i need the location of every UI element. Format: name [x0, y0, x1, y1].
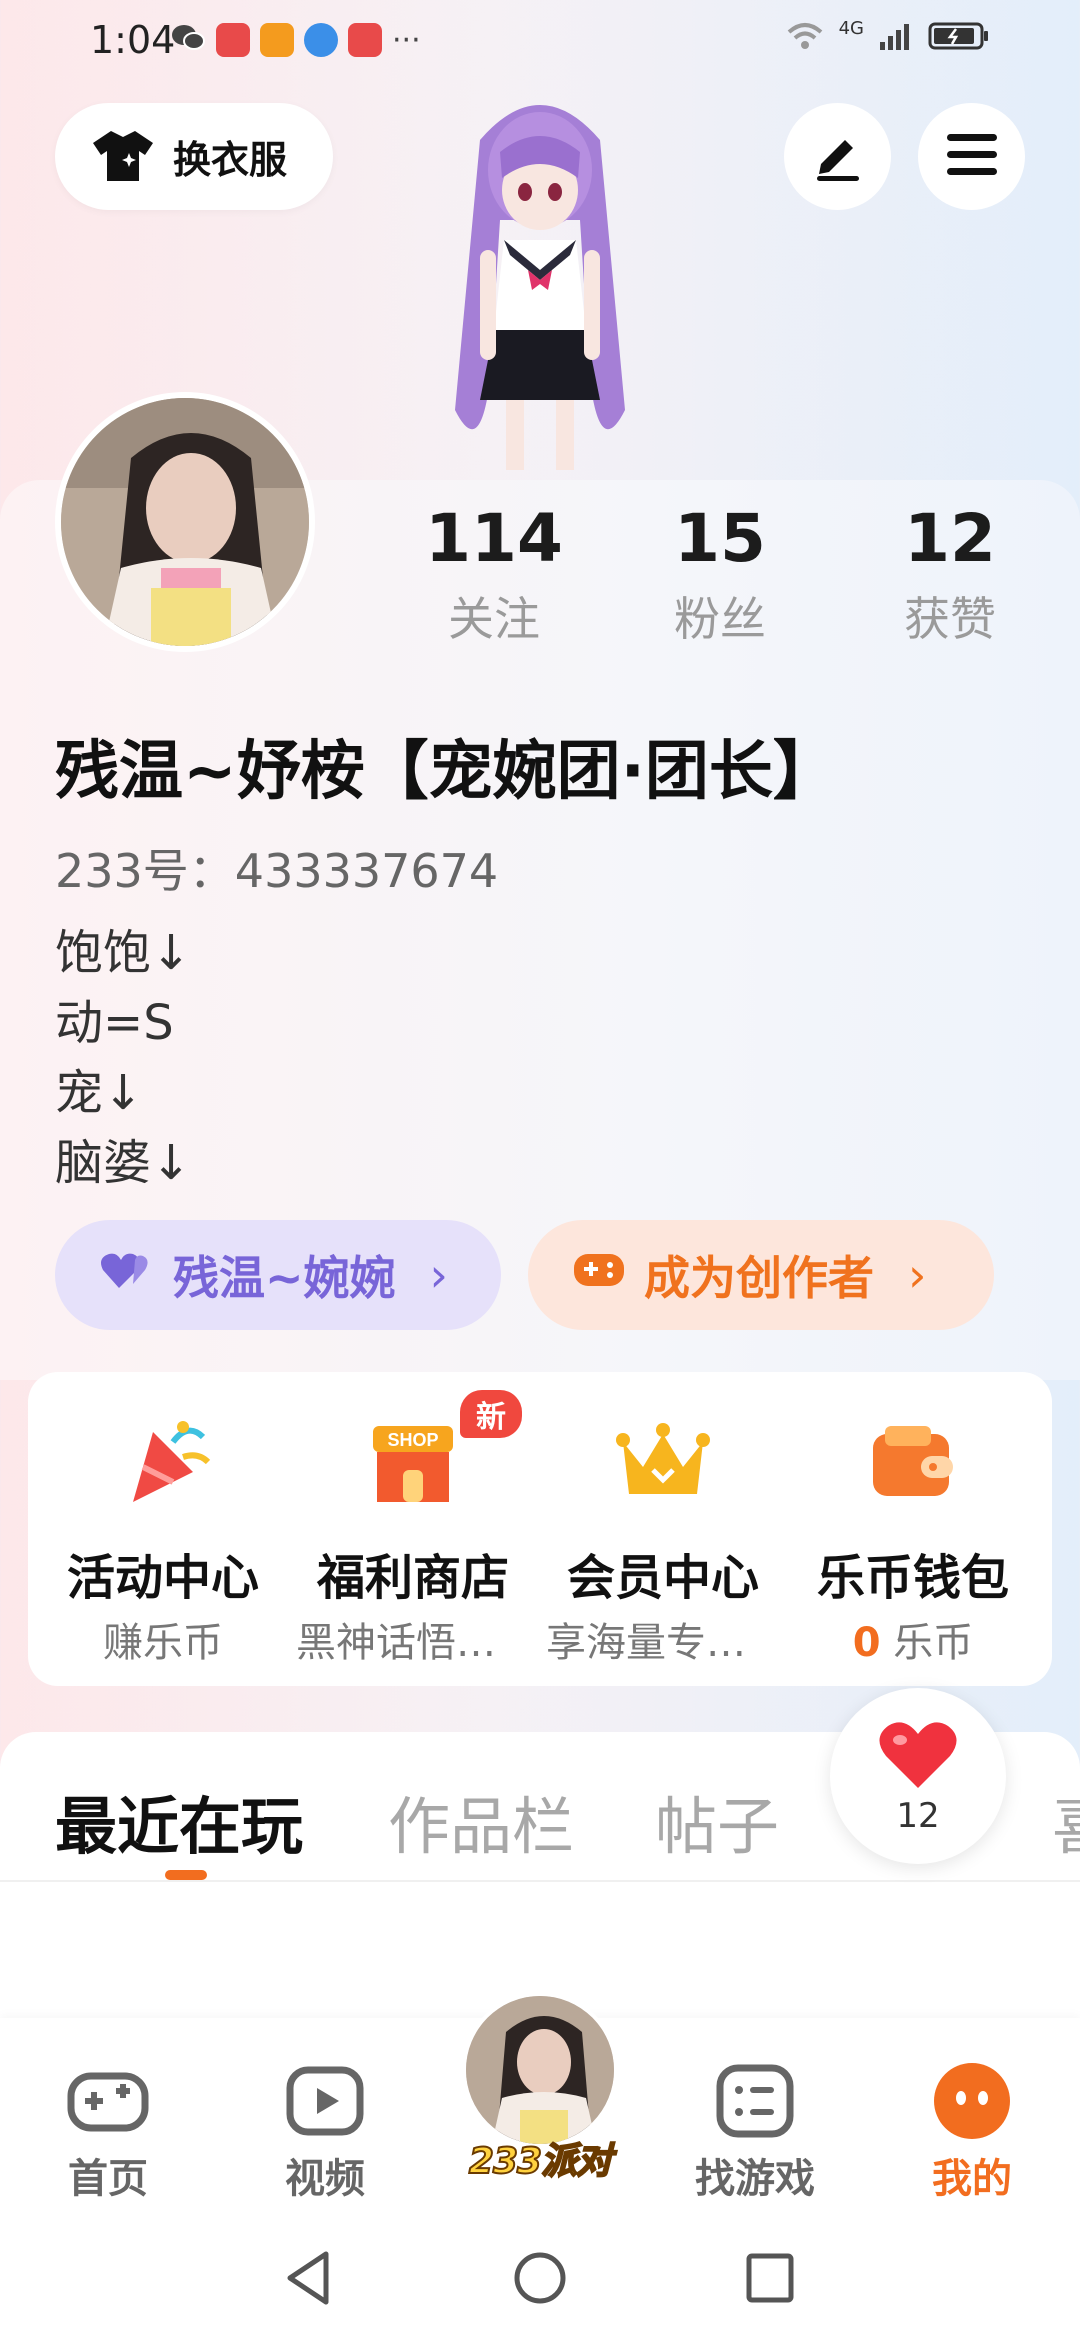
tab-posts[interactable]: 帖子 — [655, 1776, 779, 1866]
tab-works[interactable]: 作品栏 — [388, 1776, 574, 1866]
like-button[interactable]: 12 — [830, 1688, 1006, 1864]
smile-profile-icon — [929, 2058, 1015, 2144]
welfare-shop-button[interactable]: SHOP 新 福利商店 黑神话悟空… — [288, 1372, 538, 1686]
coin-balance: 0 — [852, 1620, 881, 1666]
wifi-icon — [785, 20, 825, 56]
nav-find-game-label: 找游戏 — [695, 2156, 815, 2202]
change-outfit-label: 换衣服 — [173, 138, 288, 182]
nav-video-label: 视频 — [285, 2156, 365, 2202]
user-id[interactable]: 233号：433337674 — [55, 835, 498, 901]
shop-sign-text: SHOP — [387, 1430, 438, 1450]
nav-mine-label: 我的 — [932, 2156, 1012, 2202]
nav-home-label: 首页 — [68, 2156, 148, 2202]
home-circle-icon[interactable] — [512, 2248, 568, 2312]
status-notification-icons: ··· — [170, 22, 421, 58]
tshirt-icon — [91, 127, 155, 187]
status-time: 1:04 — [90, 18, 176, 62]
coin-wallet-title: 乐币钱包 — [816, 1550, 1009, 1606]
huawei-app-icon — [216, 23, 250, 57]
activity-center-sub: 赚乐币 — [103, 1620, 223, 1666]
become-creator-button[interactable]: 成为创作者 › — [528, 1220, 994, 1330]
shop-icon: SHOP — [363, 1412, 463, 1512]
wechat-icon — [170, 22, 206, 58]
family-group-label: 残温~婉婉 — [173, 1251, 396, 1305]
battery-icon — [928, 20, 990, 56]
nav-find-game[interactable]: 找游戏 — [675, 2058, 835, 2204]
bio: 饱饱↓ 动=S 宠↓ 脑婆↓ — [55, 918, 191, 1198]
activity-center-button[interactable]: 活动中心 赚乐币 — [38, 1372, 288, 1686]
bio-line: 饱饱↓ — [55, 925, 192, 981]
browser-app-icon — [304, 23, 338, 57]
bio-line: 动=S — [55, 995, 174, 1051]
list-icon — [712, 2058, 798, 2144]
active-tab-indicator — [165, 1870, 207, 1880]
nav-mine[interactable]: 我的 — [892, 2058, 1052, 2204]
nav-party[interactable]: 233派对 — [458, 1992, 622, 2183]
menu-button[interactable] — [918, 103, 1025, 210]
party-popper-icon — [113, 1412, 213, 1512]
video-play-icon — [282, 2058, 368, 2144]
fans-count: 15 — [674, 500, 766, 577]
nav-video[interactable]: 视频 — [245, 2058, 405, 2204]
tabs-divider — [0, 1880, 1080, 1882]
crown-icon — [613, 1412, 713, 1512]
hamburger-menu-icon — [945, 132, 999, 182]
recents-square-icon[interactable] — [742, 2248, 798, 2312]
following-count: 114 — [425, 500, 563, 577]
coin-wallet-sub: 0 乐币 — [788, 1610, 1038, 1668]
stat-fans[interactable]: 15 粉丝 — [620, 500, 820, 649]
edit-profile-button[interactable] — [784, 103, 891, 210]
become-creator-label: 成为创作者 — [644, 1251, 874, 1305]
welfare-shop-sub: 黑神话悟空… — [296, 1620, 536, 1666]
activity-center-title: 活动中心 — [66, 1550, 259, 1606]
party-avatar — [462, 1992, 618, 2148]
stat-following[interactable]: 114 关注 — [394, 500, 594, 649]
hearts-icon — [99, 1248, 155, 1303]
system-navigation-bar — [0, 2218, 1080, 2340]
gamepad-icon — [572, 1248, 626, 1303]
wallet-icon — [863, 1412, 963, 1512]
coin-wallet-button[interactable]: 乐币钱包 0 乐币 — [788, 1372, 1038, 1686]
party-label: 233派对 — [468, 2140, 613, 2183]
like-count: 12 — [896, 1796, 940, 1836]
network-type: 4G — [838, 17, 864, 39]
member-center-title: 会员中心 — [566, 1550, 759, 1606]
chevron-right-icon: › — [908, 1248, 927, 1302]
coin-unit: 乐币 — [893, 1620, 974, 1666]
likes-label: 获赞 — [904, 592, 996, 646]
bio-line: 脑婆↓ — [55, 1135, 192, 1191]
following-label: 关注 — [448, 592, 540, 646]
huawei-app-icon-2 — [348, 23, 382, 57]
video-app-icon — [260, 23, 294, 57]
status-right: 4G — [785, 17, 990, 56]
change-outfit-button[interactable]: 换衣服 — [55, 103, 333, 210]
nickname: 残温~妤桉【宠婉团·团长】 — [55, 735, 837, 809]
bio-line: 宠↓ — [55, 1065, 144, 1121]
function-card: 活动中心 赚乐币 SHOP 新 福利商店 黑神话悟空… 会员中心 享海量专属… … — [28, 1372, 1052, 1686]
status-bar: 1:04 ··· 4G — [0, 0, 1080, 80]
nav-home[interactable]: 首页 — [28, 2058, 188, 2204]
member-center-sub: 享海量专属… — [546, 1620, 786, 1666]
new-badge: 新 — [460, 1390, 522, 1438]
likes-count: 12 — [904, 500, 996, 577]
back-icon[interactable] — [282, 2248, 334, 2312]
fans-label: 粉丝 — [674, 592, 766, 646]
tab-likes[interactable]: 喜 — [1052, 1776, 1080, 1866]
welfare-shop-title: 福利商店 — [316, 1550, 509, 1606]
profile-avatar[interactable] — [55, 392, 315, 652]
pencil-icon — [811, 128, 865, 186]
chevron-right-icon: › — [429, 1248, 448, 1302]
member-center-button[interactable]: 会员中心 享海量专属… — [538, 1372, 788, 1686]
tab-recently-played[interactable]: 最近在玩 — [55, 1776, 303, 1866]
avatar-character[interactable] — [420, 80, 660, 480]
family-group-button[interactable]: 残温~婉婉 › — [55, 1220, 501, 1330]
heart-icon — [878, 1718, 958, 1794]
gamepad-home-icon — [65, 2058, 151, 2144]
stat-likes[interactable]: 12 获赞 — [850, 500, 1050, 649]
signal-icon — [878, 20, 914, 56]
more-notifications: ··· — [392, 22, 421, 58]
